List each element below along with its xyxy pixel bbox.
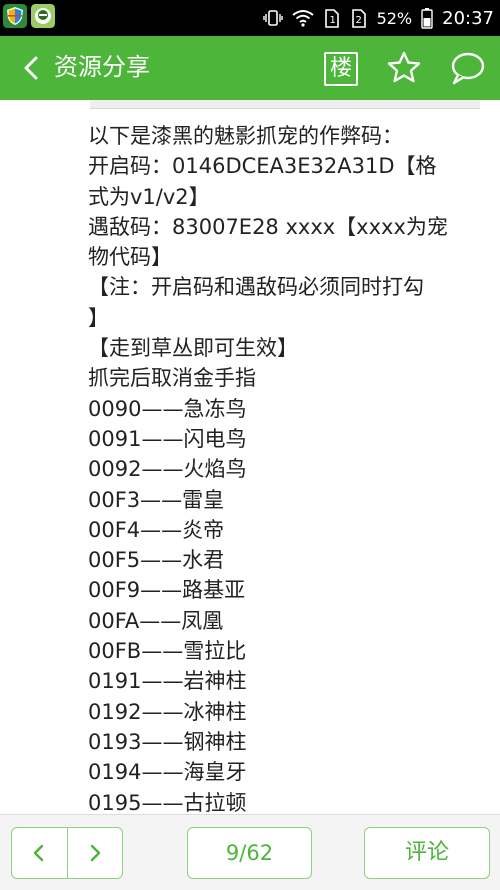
post-line: 00F5——水君 xyxy=(88,548,225,573)
battery-percent: 52% xyxy=(376,8,413,28)
wifi-icon xyxy=(291,10,314,27)
speech-bubble-icon[interactable] xyxy=(450,50,486,86)
post-line: 式为v1/v2】 xyxy=(88,184,210,209)
system-indicators: 1 2 52% 20:37 xyxy=(262,0,494,36)
status-bar: 1 2 52% 20:37 xyxy=(0,0,500,36)
post-line: 0195——古拉顿 xyxy=(88,790,247,814)
post-line: 00FA——凤凰 xyxy=(88,608,224,633)
post-line: 0092——火焰鸟 xyxy=(88,457,247,482)
notification-icons xyxy=(3,4,55,28)
post-line: 开启码：0146DCEA3E32A31D【格 xyxy=(88,154,437,179)
post-line: 0194——海皇牙 xyxy=(88,760,247,785)
prev-page-button[interactable] xyxy=(12,828,67,878)
page-title: 资源分享 xyxy=(54,53,150,81)
post-line: 【注：开启码和遇敌码必须同时打勾 xyxy=(88,275,424,300)
vibrate-icon xyxy=(262,10,283,26)
post-line: 00FB——雪拉比 xyxy=(88,639,247,664)
action-bar: 资源分享 楼 xyxy=(0,36,500,100)
post-line: 遇敌码：83007E28 xxxx【xxxx为宠 xyxy=(88,214,448,239)
post-line: 物代码】 xyxy=(88,245,172,270)
page-navigation xyxy=(11,827,123,879)
post-line: 0191——岩神柱 xyxy=(88,669,247,694)
bottom-toolbar: 9/62 评论 xyxy=(0,814,500,890)
clock: 20:37 xyxy=(442,7,494,29)
post-line: 00F4——炎帝 xyxy=(88,517,225,542)
quote-box xyxy=(90,100,480,109)
post-line: 】 xyxy=(88,305,109,330)
post-line: 00F9——路基亚 xyxy=(88,578,246,603)
floor-button[interactable]: 楼 xyxy=(324,52,358,86)
next-page-button[interactable] xyxy=(68,828,123,878)
battery-icon xyxy=(421,8,433,29)
sim1-signal-icon: 1 xyxy=(324,9,339,28)
post-line: 0193——钢神柱 xyxy=(88,729,247,754)
post-body: 以下是漆黑的魅影抓宠的作弊码： 开启码：0146DCEA3E32A31D【格 式为v… xyxy=(88,121,480,814)
sim2-signal-icon: 2 xyxy=(351,9,366,28)
svg-text:1: 1 xyxy=(329,15,335,26)
post-line: 以下是漆黑的魅影抓宠的作弊码： xyxy=(88,124,403,148)
star-icon[interactable] xyxy=(386,50,422,86)
svg-text:2: 2 xyxy=(355,15,361,26)
back-arrow-icon[interactable] xyxy=(16,52,48,84)
security-app-icon xyxy=(3,4,27,28)
post-line: 00F3——雷皇 xyxy=(88,487,225,512)
chevron-right-icon xyxy=(90,844,100,862)
page-indicator-button[interactable]: 9/62 xyxy=(187,827,312,879)
post-line: 抓完后取消金手指 xyxy=(88,366,256,391)
comment-button[interactable]: 评论 xyxy=(364,827,490,879)
app-notification-icon xyxy=(31,4,55,28)
post-line: 0091——闪电鸟 xyxy=(88,426,247,451)
post-content[interactable]: 以下是漆黑的魅影抓宠的作弊码： 开启码：0146DCEA3E32A31D【格 式为v… xyxy=(0,100,500,814)
post-line: 【走到草丛即可生效】 xyxy=(88,336,298,361)
post-line: 0090——急冻鸟 xyxy=(88,396,247,421)
chevron-left-icon xyxy=(34,844,44,862)
post-line: 0192——冰神柱 xyxy=(88,699,247,724)
